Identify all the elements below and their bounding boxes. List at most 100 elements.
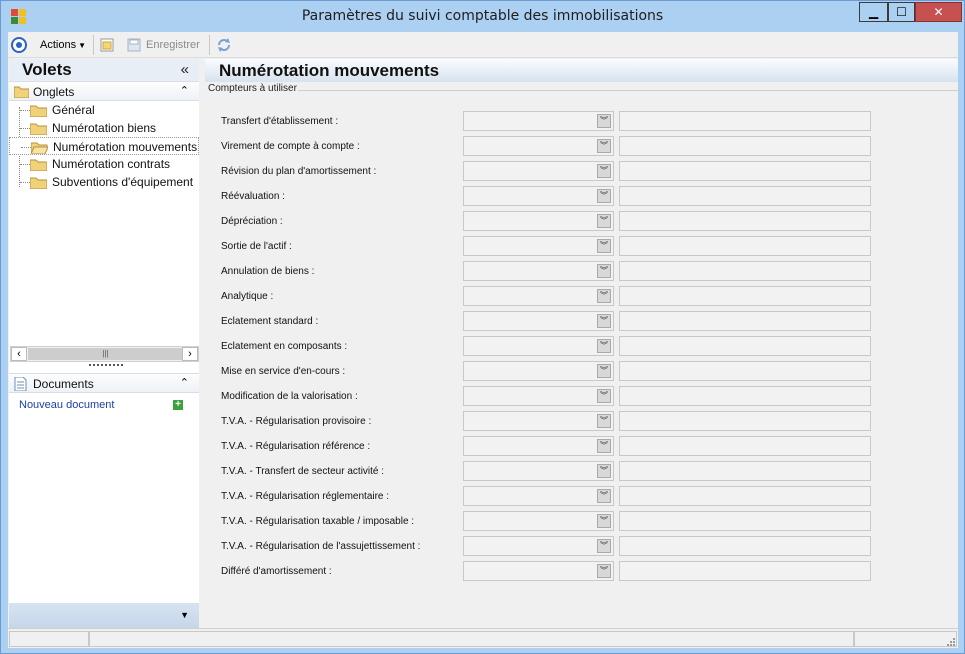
double-chevron-down-icon[interactable]: ︾: [597, 389, 611, 403]
splitter-grip[interactable]: [89, 364, 123, 366]
counter-combo[interactable]: ︾: [463, 336, 614, 356]
collapse-panel-icon[interactable]: «: [181, 61, 189, 78]
counter-description-field[interactable]: [619, 211, 871, 231]
status-bar: [8, 628, 958, 648]
new-record-button[interactable]: [99, 36, 115, 54]
counter-combo[interactable]: ︾: [463, 136, 614, 156]
counter-combo[interactable]: ︾: [463, 286, 614, 306]
double-chevron-down-icon[interactable]: ︾: [597, 489, 611, 503]
double-chevron-down-icon[interactable]: ︾: [597, 514, 611, 528]
double-chevron-down-icon[interactable]: ︾: [597, 564, 611, 578]
toolbar-separator: [93, 35, 94, 55]
counter-description-field[interactable]: [619, 161, 871, 181]
onglets-section-header[interactable]: Onglets ⌃: [9, 81, 199, 101]
counter-description-field[interactable]: [619, 136, 871, 156]
counter-description-field[interactable]: [619, 186, 871, 206]
counter-description-field[interactable]: [619, 311, 871, 331]
double-chevron-down-icon[interactable]: ︾: [597, 239, 611, 253]
scroll-right-icon[interactable]: ›: [182, 347, 198, 361]
double-chevron-down-icon[interactable]: ︾: [597, 464, 611, 478]
tree-branch: [20, 164, 30, 165]
counter-row: Virement de compte à compte : ︾: [205, 136, 958, 157]
side-panel-footer[interactable]: ▼: [9, 603, 199, 628]
double-chevron-down-icon[interactable]: ︾: [597, 439, 611, 453]
tree-item-label: Général: [52, 103, 95, 117]
counter-description-field[interactable]: [619, 361, 871, 381]
counter-combo[interactable]: ︾: [463, 461, 614, 481]
double-chevron-down-icon[interactable]: ︾: [597, 264, 611, 278]
double-chevron-down-icon[interactable]: ︾: [597, 214, 611, 228]
counter-description-field[interactable]: [619, 111, 871, 131]
double-chevron-down-icon[interactable]: ︾: [597, 539, 611, 553]
double-chevron-down-icon[interactable]: ︾: [597, 164, 611, 178]
documents-section-header[interactable]: Documents ⌃: [9, 373, 199, 393]
counter-row: Modification de la valorisation : ︾: [205, 386, 958, 407]
counter-combo[interactable]: ︾: [463, 236, 614, 256]
counter-description-field[interactable]: [619, 436, 871, 456]
counter-description-field[interactable]: [619, 336, 871, 356]
minimize-button[interactable]: ▁: [859, 2, 888, 22]
toolbar-separator: [209, 35, 210, 55]
counter-combo[interactable]: ︾: [463, 536, 614, 556]
counter-description-field[interactable]: [619, 561, 871, 581]
tree-item-subventions[interactable]: Subventions d'équipement: [9, 173, 199, 191]
horizontal-scrollbar[interactable]: ‹ ||| ›: [10, 346, 199, 362]
counter-label: Dépréciation :: [221, 216, 283, 227]
counter-description-field[interactable]: [619, 286, 871, 306]
add-icon[interactable]: +: [173, 400, 183, 410]
maximize-button[interactable]: ☐: [888, 2, 915, 22]
counter-description-field[interactable]: [619, 511, 871, 531]
resize-grip-icon[interactable]: [945, 636, 955, 646]
actions-menu-button[interactable]: Actions ▼: [40, 36, 86, 54]
save-button[interactable]: Enregistrer: [126, 36, 200, 54]
counter-description-field[interactable]: [619, 536, 871, 556]
counter-description-field[interactable]: [619, 386, 871, 406]
tree-item-general[interactable]: Général: [9, 101, 199, 119]
tree-item-numerotation-biens[interactable]: Numérotation biens: [9, 119, 199, 137]
title-bar[interactable]: Paramètres du suivi comptable des immobi…: [1, 1, 964, 32]
close-button[interactable]: ✕: [915, 2, 962, 22]
double-chevron-down-icon[interactable]: ︾: [597, 114, 611, 128]
counter-combo[interactable]: ︾: [463, 161, 614, 181]
navigation-icon[interactable]: [11, 36, 27, 54]
counter-description-field[interactable]: [619, 486, 871, 506]
counter-row: Analytique : ︾: [205, 286, 958, 307]
counter-combo[interactable]: ︾: [463, 411, 614, 431]
double-chevron-down-icon[interactable]: ︾: [597, 414, 611, 428]
counter-description-field[interactable]: [619, 411, 871, 431]
counter-combo[interactable]: ︾: [463, 361, 614, 381]
dropdown-arrow-icon[interactable]: ▼: [180, 610, 189, 620]
refresh-button[interactable]: [216, 36, 232, 54]
counter-row: T.V.A. - Transfert de secteur activité :…: [205, 461, 958, 482]
scroll-thumb[interactable]: |||: [28, 348, 183, 360]
tree-branch: [21, 147, 31, 148]
actions-label: Actions: [40, 39, 77, 51]
collapse-up-icon[interactable]: ⌃: [180, 84, 189, 97]
counter-description-field[interactable]: [619, 461, 871, 481]
double-chevron-down-icon[interactable]: ︾: [597, 314, 611, 328]
tree-item-numerotation-contrats[interactable]: Numérotation contrats: [9, 155, 199, 173]
counter-combo[interactable]: ︾: [463, 186, 614, 206]
counter-combo[interactable]: ︾: [463, 511, 614, 531]
double-chevron-down-icon[interactable]: ︾: [597, 339, 611, 353]
counter-combo[interactable]: ︾: [463, 486, 614, 506]
counter-description-field[interactable]: [619, 261, 871, 281]
scroll-left-icon[interactable]: ‹: [11, 347, 27, 361]
counter-description-field[interactable]: [619, 236, 871, 256]
counter-combo[interactable]: ︾: [463, 261, 614, 281]
double-chevron-down-icon[interactable]: ︾: [597, 139, 611, 153]
counter-combo[interactable]: ︾: [463, 111, 614, 131]
double-chevron-down-icon[interactable]: ︾: [597, 189, 611, 203]
counter-combo[interactable]: ︾: [463, 386, 614, 406]
counter-combo[interactable]: ︾: [463, 211, 614, 231]
counter-combo[interactable]: ︾: [463, 561, 614, 581]
tree-item-numerotation-mouvements[interactable]: Numérotation mouvements: [9, 137, 199, 155]
double-chevron-down-icon[interactable]: ︾: [597, 364, 611, 378]
counter-combo[interactable]: ︾: [463, 311, 614, 331]
counter-row: Eclatement standard : ︾: [205, 311, 958, 332]
counter-row: T.V.A. - Régularisation de l'assujettiss…: [205, 536, 958, 557]
counter-combo[interactable]: ︾: [463, 436, 614, 456]
double-chevron-down-icon[interactable]: ︾: [597, 289, 611, 303]
collapse-up-icon[interactable]: ⌃: [180, 376, 189, 389]
new-document-link[interactable]: Nouveau document: [19, 399, 114, 411]
